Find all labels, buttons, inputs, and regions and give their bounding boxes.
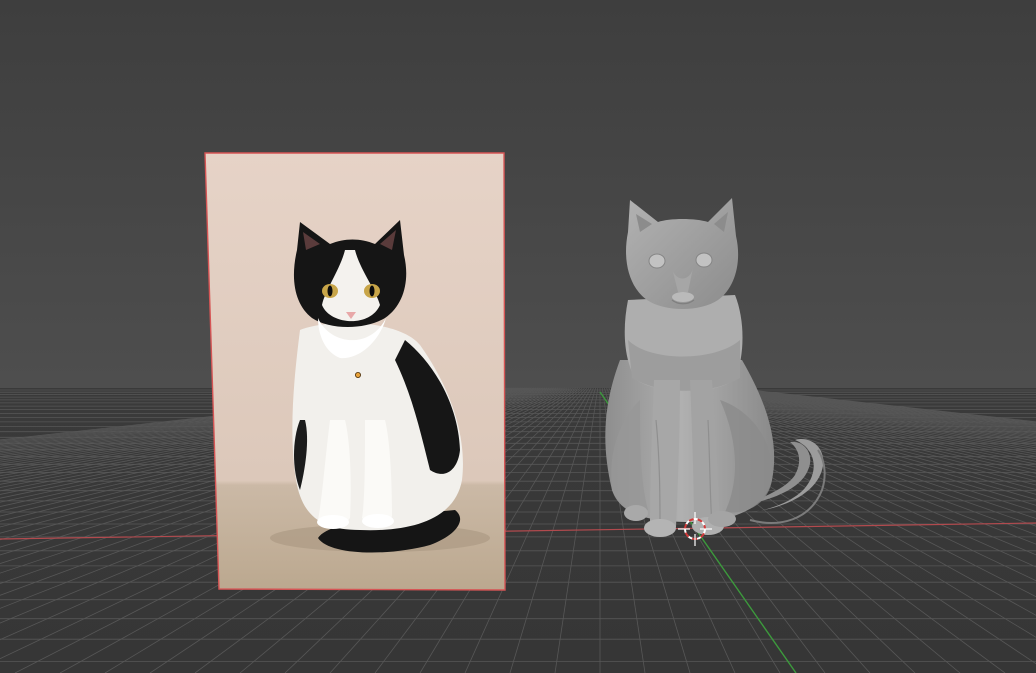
viewport-canvas[interactable] xyxy=(0,0,1036,673)
3d-viewport[interactable] xyxy=(0,0,1036,673)
object-origin-dot xyxy=(354,371,361,378)
reference-image-plane[interactable] xyxy=(204,152,506,591)
